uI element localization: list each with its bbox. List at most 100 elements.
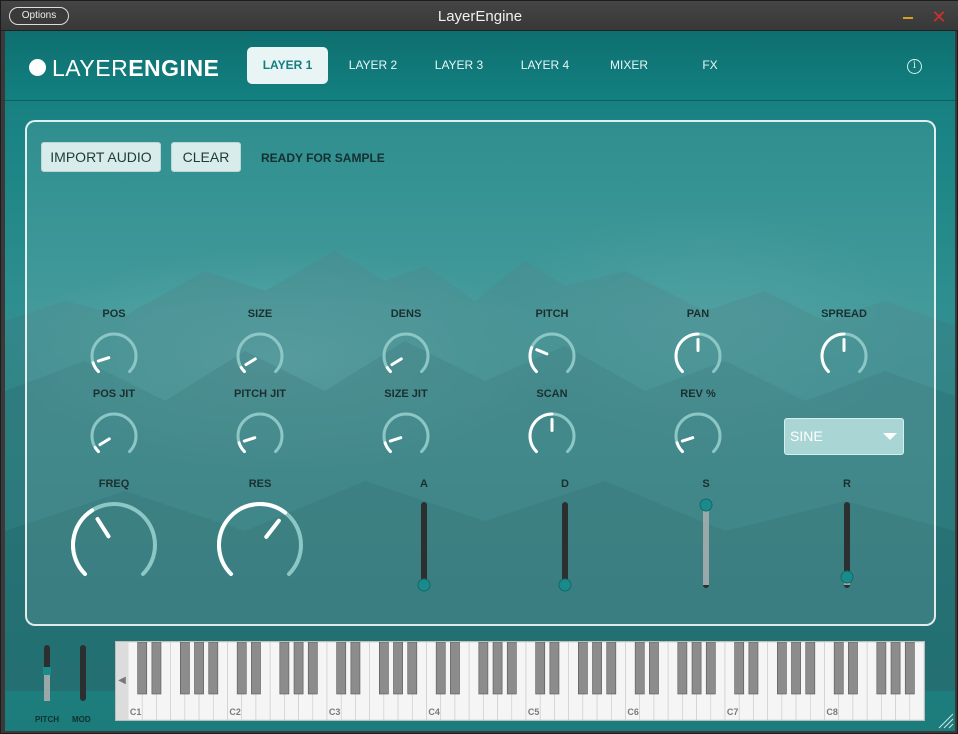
black-key bbox=[194, 642, 204, 695]
black-key bbox=[734, 642, 745, 695]
black-key bbox=[606, 642, 617, 695]
slider-thumb bbox=[417, 578, 431, 592]
knob-track bbox=[528, 332, 576, 374]
black-key bbox=[848, 642, 858, 695]
app-logo: LAYERENGINE bbox=[52, 55, 220, 81]
sustain-slider[interactable] bbox=[696, 498, 716, 592]
pitch-wheel-label: PITCH bbox=[35, 715, 59, 724]
knob-value-arc bbox=[528, 346, 538, 374]
mod-wheel-label: MOD bbox=[72, 715, 91, 724]
decay-slider[interactable] bbox=[555, 498, 575, 592]
knob-label-pos: POS bbox=[102, 308, 126, 320]
tab-layer-1[interactable]: LAYER 1 bbox=[247, 47, 328, 84]
logo-dot-icon bbox=[29, 59, 46, 76]
clear-button[interactable]: CLEAR bbox=[171, 142, 241, 172]
size-knob[interactable] bbox=[234, 330, 286, 382]
knob-label-dens: DENS bbox=[390, 308, 422, 320]
knob-value-arc bbox=[674, 332, 700, 374]
res-knob[interactable] bbox=[214, 500, 306, 590]
pos-jit-knob[interactable] bbox=[88, 410, 140, 462]
wheel-thumb bbox=[43, 667, 51, 675]
knob-label-pan: PAN bbox=[686, 308, 710, 320]
import-audio-button[interactable]: IMPORT AUDIO bbox=[41, 142, 161, 172]
knob-value-arc bbox=[237, 441, 246, 454]
knob-value-arc bbox=[239, 365, 246, 374]
slider-label-attack: A bbox=[420, 478, 428, 490]
tab-mixer[interactable]: MIXER bbox=[591, 47, 667, 84]
knob-label-size-jit: SIZE JIT bbox=[384, 388, 428, 400]
knob-indicator bbox=[680, 436, 695, 443]
waveform-select[interactable]: SINE bbox=[784, 418, 904, 455]
knob-indicator bbox=[96, 356, 111, 363]
knob-track bbox=[382, 332, 430, 374]
knob-label-res: RES bbox=[248, 478, 272, 490]
attack-slider[interactable] bbox=[414, 498, 434, 592]
minimize-icon[interactable] bbox=[900, 9, 916, 25]
black-key bbox=[293, 642, 304, 695]
piano-keyboard[interactable]: ◀ C1 C2 C3 C4 C5 C6 C7 C8 bbox=[115, 641, 925, 721]
tab-layer-3[interactable]: LAYER 3 bbox=[419, 47, 499, 84]
mod-wheel[interactable] bbox=[77, 645, 89, 701]
pitch-jit-knob[interactable] bbox=[234, 410, 286, 462]
knob-label-pitch: PITCH bbox=[535, 308, 569, 320]
knob-value-arc bbox=[93, 445, 100, 454]
octave-label: C5 bbox=[528, 707, 540, 717]
status-text: READY FOR SAMPLE bbox=[261, 151, 385, 165]
pitch-knob[interactable] bbox=[526, 330, 578, 382]
spread-knob[interactable] bbox=[818, 330, 870, 382]
piano-keys[interactable]: C1 C2 C3 C4 C5 C6 C7 C8 bbox=[128, 642, 924, 720]
close-icon[interactable]: ✕ bbox=[931, 8, 947, 26]
black-key bbox=[236, 642, 247, 695]
slider-label-sustain: S bbox=[702, 478, 710, 490]
tab-layer-2[interactable]: LAYER 2 bbox=[333, 47, 413, 84]
rev-knob[interactable] bbox=[672, 410, 724, 462]
knob-label-scan: SCAN bbox=[536, 388, 568, 400]
black-key bbox=[478, 642, 489, 695]
knob-value-arc bbox=[820, 332, 846, 374]
pan-knob[interactable] bbox=[672, 330, 724, 382]
scan-knob[interactable] bbox=[526, 410, 578, 462]
black-key bbox=[634, 642, 645, 695]
knob-track bbox=[236, 412, 284, 454]
knob-track bbox=[674, 412, 722, 454]
slider-thumb bbox=[840, 570, 854, 584]
knob-indicator bbox=[388, 436, 403, 443]
black-key bbox=[379, 642, 389, 695]
black-key bbox=[791, 642, 801, 695]
tab-layer-4[interactable]: LAYER 4 bbox=[505, 47, 585, 84]
black-key bbox=[208, 642, 219, 695]
pitch-wheel[interactable] bbox=[41, 645, 53, 701]
knob-value-arc bbox=[71, 508, 95, 576]
knob-value-arc bbox=[675, 441, 684, 454]
black-key bbox=[890, 642, 901, 695]
knob-indicator bbox=[95, 517, 111, 539]
info-icon[interactable]: i bbox=[907, 59, 922, 74]
pos-knob[interactable] bbox=[88, 330, 140, 382]
scroll-left-icon[interactable]: ◀ bbox=[116, 642, 128, 720]
dens-knob[interactable] bbox=[380, 330, 432, 382]
header-bar: LAYERENGINE LAYER 1 LAYER 2 LAYER 3 LAYE… bbox=[5, 31, 955, 101]
tab-fx[interactable]: FX bbox=[673, 47, 747, 84]
knob-label-size: SIZE bbox=[247, 308, 273, 320]
chevron-down-icon bbox=[883, 433, 897, 440]
resize-grip-icon[interactable] bbox=[936, 711, 954, 729]
black-key bbox=[904, 642, 915, 695]
freq-knob[interactable] bbox=[68, 500, 160, 590]
slider-label-decay: D bbox=[561, 478, 569, 490]
release-slider[interactable] bbox=[837, 498, 857, 592]
size-jit-knob[interactable] bbox=[380, 410, 432, 462]
title-bar[interactable]: Options LayerEngine ✕ bbox=[1, 1, 958, 31]
black-key bbox=[336, 642, 347, 695]
knob-indicator bbox=[264, 518, 281, 539]
black-key bbox=[748, 642, 759, 695]
black-key bbox=[180, 642, 190, 695]
waveform-select-value: SINE bbox=[790, 428, 823, 444]
knob-value-arc bbox=[217, 502, 288, 576]
knob-value-arc bbox=[528, 412, 554, 454]
keyboard-section: PITCH MOD ◀ C1 C2 C3 C4 C5 C6 C7 C8 bbox=[5, 631, 955, 731]
knob-value-arc bbox=[91, 361, 100, 374]
octave-label: C4 bbox=[428, 707, 440, 717]
plugin-body: LAYERENGINE LAYER 1 LAYER 2 LAYER 3 LAYE… bbox=[5, 31, 955, 731]
black-key bbox=[393, 642, 403, 695]
black-key bbox=[649, 642, 659, 695]
